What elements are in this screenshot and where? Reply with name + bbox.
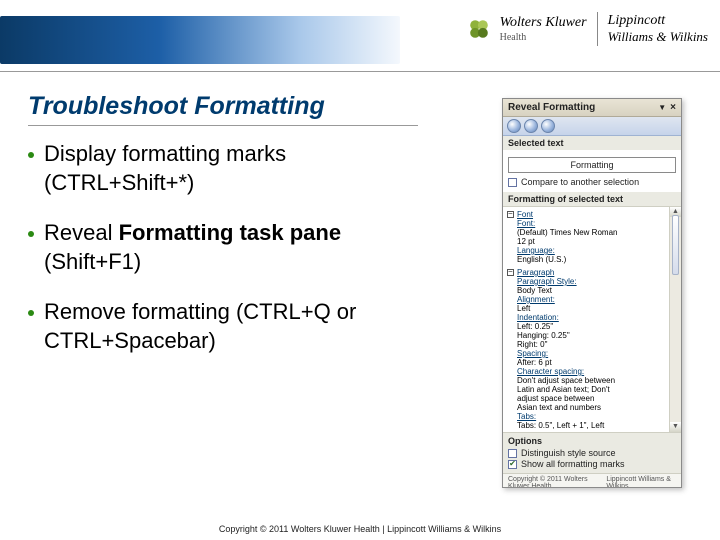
language-label[interactable]: Language: <box>517 246 555 255</box>
header-gradient <box>0 16 400 64</box>
tabs-label[interactable]: Tabs: <box>517 412 536 421</box>
scroll-thumb[interactable] <box>672 215 679 275</box>
home-icon[interactable] <box>541 119 555 133</box>
selected-text-body: Formatting Compare to another selection <box>503 150 681 192</box>
font-value1: (Default) Times New Roman <box>517 228 677 237</box>
paragraph-category[interactable]: Paragraph Paragraph Style: Body Text Ali… <box>507 268 677 430</box>
char-spacing-v4: Asian text and numbers <box>517 403 677 412</box>
pane-title-text: Reveal Formatting <box>508 102 658 113</box>
bullet-text: Display formatting marks (CTRL+Shift+*) <box>44 140 400 197</box>
alignment-value: Left <box>517 304 677 313</box>
bullet-bold: Formatting task pane <box>119 220 341 245</box>
bullet-post: (CTRL+Shift+*) <box>44 170 194 195</box>
font-heading: Font <box>517 210 533 219</box>
brand-right-line2: Williams & Wilkins <box>608 29 708 45</box>
char-spacing-label[interactable]: Character spacing: <box>517 367 584 376</box>
char-spacing-v1: Don't adjust space between <box>517 376 677 385</box>
list-item: Reveal Formatting task pane (Shift+F1) <box>28 219 400 276</box>
distinguish-style-checkbox[interactable]: Distinguish style source <box>508 448 676 458</box>
back-icon[interactable] <box>507 119 521 133</box>
header-band: Wolters Kluwer Health Lippincott William… <box>0 0 720 72</box>
bullet-list: Display formatting marks (CTRL+Shift+*) … <box>28 140 400 378</box>
font-category[interactable]: Font Font: (Default) Times New Roman 12 … <box>507 210 677 264</box>
indent-left: Left: 0.25" <box>517 322 677 331</box>
brand-right-line1: Lippincott <box>608 13 708 29</box>
brand-left-sub: Health <box>500 32 587 43</box>
pane-menu-dropdown-icon[interactable]: ▼ <box>658 103 666 112</box>
opt1-label: Distinguish style source <box>521 448 616 458</box>
collapse-icon[interactable] <box>507 211 514 218</box>
scroll-down-icon[interactable]: ▼ <box>670 422 681 432</box>
bullet-pre: Remove formatting (CTRL+Q or CTRL+Spaceb… <box>44 299 356 353</box>
pane-toolbar <box>503 117 681 136</box>
language-value: English (U.S.) <box>517 255 677 264</box>
checkbox-icon <box>508 178 517 187</box>
char-spacing-v2: Latin and Asian text; Don't <box>517 385 677 394</box>
sample-text-box[interactable]: Formatting <box>508 157 676 173</box>
char-spacing-v3: adjust space between <box>517 394 677 403</box>
para-style-label[interactable]: Paragraph Style: <box>517 277 577 286</box>
show-all-marks-checkbox[interactable]: ✔ Show all formatting marks <box>508 459 676 469</box>
bullet-text: Remove formatting (CTRL+Q or CTRL+Spaceb… <box>44 298 400 355</box>
selected-text-heading: Selected text <box>503 136 681 150</box>
pane-options: Options Distinguish style source ✔ Show … <box>503 432 681 473</box>
close-icon[interactable]: × <box>670 102 676 113</box>
compare-checkbox[interactable]: Compare to another selection <box>508 177 676 187</box>
indent-hanging: Hanging: 0.25" <box>517 331 677 340</box>
pane-scrollbar[interactable]: ▲ ▼ <box>669 207 681 432</box>
bullet-post: (Shift+F1) <box>44 249 141 274</box>
pane-titlebar[interactable]: Reveal Formatting ▼ × <box>503 99 681 117</box>
bullet-pre: Display formatting marks <box>44 141 286 166</box>
page-title: Troubleshoot Formatting <box>28 92 418 126</box>
spacing-label[interactable]: Spacing: <box>517 349 548 358</box>
brand-left: Wolters Kluwer Health <box>500 15 587 43</box>
checkbox-icon <box>508 449 517 458</box>
para-style-value: Body Text <box>517 286 677 295</box>
tabs-value: Tabs: 0.5", Left + 1", Left <box>517 421 677 430</box>
compare-label: Compare to another selection <box>521 177 639 187</box>
spacing-value: After: 6 pt <box>517 358 677 367</box>
list-item: Display formatting marks (CTRL+Shift+*) <box>28 140 400 197</box>
bullet-icon <box>28 152 34 158</box>
options-heading: Options <box>508 436 676 446</box>
pane-footer: Copyright © 2011 Wolters Kluwer Health L… <box>503 473 681 488</box>
font-value2: 12 pt <box>517 237 677 246</box>
slide-footer: Copyright © 2011 Wolters Kluwer Health |… <box>0 524 720 534</box>
indent-right: Right: 0" <box>517 340 677 349</box>
pane-footer-right: Lippincott Williams & Wilkins <box>606 476 676 488</box>
opt2-label: Show all formatting marks <box>521 459 625 469</box>
indentation-label[interactable]: Indentation: <box>517 313 559 322</box>
alignment-label[interactable]: Alignment: <box>517 295 555 304</box>
bullet-pre: Reveal <box>44 220 119 245</box>
wk-clover-icon <box>468 18 490 40</box>
formatting-tree: Font Font: (Default) Times New Roman 12 … <box>503 206 681 432</box>
formatting-heading: Formatting of selected text <box>503 192 681 206</box>
checkbox-checked-icon: ✔ <box>508 460 517 469</box>
bullet-text: Reveal Formatting task pane (Shift+F1) <box>44 219 400 276</box>
font-label[interactable]: Font: <box>517 219 535 228</box>
pane-footer-left: Copyright © 2011 Wolters Kluwer Health <box>508 476 606 488</box>
reveal-formatting-pane: Reveal Formatting ▼ × Selected text Form… <box>502 98 682 488</box>
brand-lockup: Wolters Kluwer Health Lippincott William… <box>468 12 708 46</box>
forward-icon[interactable] <box>524 119 538 133</box>
paragraph-heading: Paragraph <box>517 268 554 277</box>
list-item: Remove formatting (CTRL+Q or CTRL+Spaceb… <box>28 298 400 355</box>
collapse-icon[interactable] <box>507 269 514 276</box>
brand-right: Lippincott Williams & Wilkins <box>608 13 708 45</box>
bullet-icon <box>28 231 34 237</box>
bullet-icon <box>28 310 34 316</box>
brand-separator <box>597 12 598 46</box>
brand-left-main: Wolters Kluwer <box>500 15 587 31</box>
